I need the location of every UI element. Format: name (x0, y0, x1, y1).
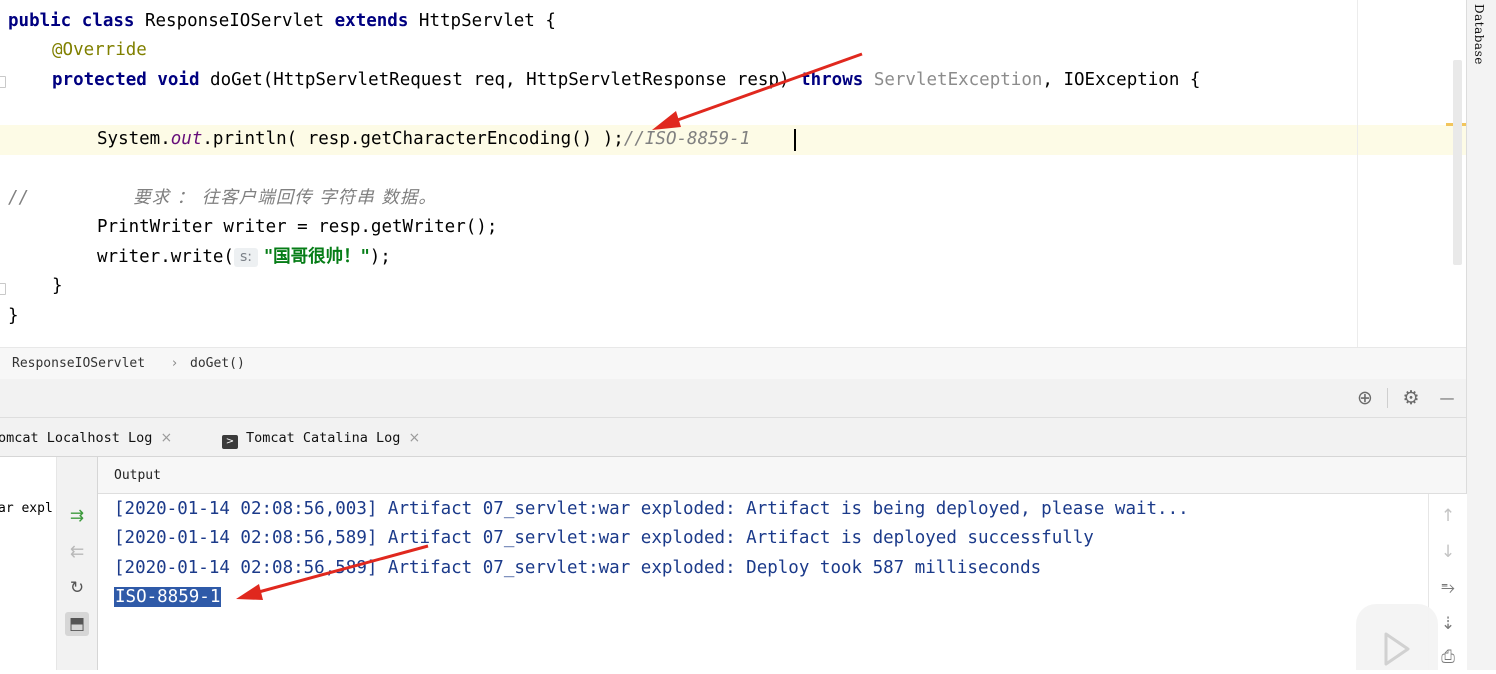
minimize-icon[interactable]: — (1436, 387, 1458, 409)
code-line-close-class[interactable]: } (8, 302, 19, 331)
undeploy-icon[interactable]: ⇇ (65, 540, 89, 564)
fold-marker-icon[interactable] (0, 76, 6, 88)
code-token: .println( resp.getCharacterEncoding() ); (202, 129, 624, 149)
editor-scrollbar[interactable] (1453, 60, 1462, 265)
deployment-list: ar expl (0, 457, 57, 670)
string-literal: "国哥很帅！" (263, 247, 370, 267)
breadcrumb-separator: › (172, 356, 178, 371)
keyword: throws (800, 70, 864, 90)
code-line-close-method[interactable]: } (52, 272, 63, 301)
text-caret (794, 129, 796, 151)
class-extends: HttpServlet { (408, 11, 556, 31)
right-margin-guide (1357, 0, 1358, 347)
close-icon[interactable]: × (160, 430, 172, 446)
code-line-override[interactable]: @Override (52, 36, 147, 65)
log-line: [2020-01-14 02:08:56,589] Artifact 07_se… (114, 528, 1094, 548)
log-tabs: omcat Localhost Log × > Tomcat Catalina Lo… (0, 418, 1466, 457)
database-tool-tab[interactable]: Database (1472, 4, 1486, 65)
output-header: Output (98, 457, 1466, 494)
exception-list: , IOException { (1042, 70, 1201, 90)
unused-exception: ServletException (863, 70, 1043, 90)
fold-marker-icon[interactable] (0, 283, 6, 295)
code-line-comment[interactable]: // 要求 ： 往客户端回传 字符串 数据。 (8, 184, 437, 213)
log-line-selected[interactable]: ISO-8859-1 (114, 583, 222, 612)
deployment-item[interactable]: ar expl (0, 501, 53, 516)
deploy-all-icon[interactable]: ⇉ (65, 504, 89, 528)
soft-wrap-icon[interactable]: ⬒ (65, 612, 89, 636)
static-field: out (170, 129, 203, 149)
print-icon[interactable]: ⎙ (1437, 646, 1459, 668)
parameter-hint: s: (233, 248, 258, 267)
selected-text[interactable]: ISO-8859-1 (114, 587, 222, 607)
scroll-down-icon[interactable]: ↓ (1437, 541, 1459, 563)
crosshair-icon[interactable]: ⊕ (1354, 387, 1376, 409)
tab-tomcat-catalina-log[interactable]: > Tomcat Catalina Log × (222, 418, 420, 456)
terminal-icon: > (222, 435, 238, 449)
method-signature: doGet(HttpServletRequest req, HttpServle… (199, 70, 801, 90)
play-icon (1384, 632, 1410, 666)
breadcrumb-class[interactable]: ResponseIOServlet (12, 348, 145, 379)
breadcrumb: ResponseIOServlet › doGet() (0, 347, 1466, 380)
right-tool-stripe (1466, 0, 1496, 670)
output-console[interactable]: [2020-01-14 02:08:56,003] Artifact 07_se… (98, 494, 1428, 670)
log-line: [2020-01-14 02:08:56,003] Artifact 07_se… (114, 499, 1189, 519)
code-editor[interactable]: public class ResponseIOServlet extends H… (0, 0, 1466, 347)
code-line-println[interactable]: System.out.println( resp.getCharacterEnc… (97, 125, 750, 154)
code-token: System. (97, 129, 171, 149)
refresh-icon[interactable]: ↻ (65, 576, 89, 600)
comment-text: 要求 ： 往客户端回传 字符串 数据。 (133, 188, 437, 208)
class-name: ResponseIOServlet (134, 11, 335, 31)
code-line-writer-declaration[interactable]: PrintWriter writer = resp.getWriter(); (97, 213, 497, 242)
line-comment: //ISO-8859-1 (623, 129, 751, 149)
output-title: Output (114, 468, 161, 483)
scroll-up-icon[interactable]: ↑ (1437, 505, 1459, 527)
tab-tomcat-localhost-log[interactable]: omcat Localhost Log × (0, 418, 172, 456)
code-line-class-declaration[interactable]: public class ResponseIOServlet extends H… (8, 7, 556, 36)
tab-label: Tomcat Catalina Log (246, 430, 401, 446)
tab-label: omcat Localhost Log (0, 430, 153, 446)
soft-wrap-icon[interactable]: ⥱ (1437, 577, 1459, 599)
code-line-write-call[interactable]: writer.write(s: "国哥很帅！"); (97, 243, 391, 272)
video-play-overlay[interactable] (1356, 604, 1438, 670)
keyword: protected void (52, 70, 200, 90)
code-line-method-signature[interactable]: protected void doGet(HttpServletRequest … (52, 66, 1200, 95)
breadcrumb-method[interactable]: doGet() (190, 348, 245, 379)
scroll-to-end-icon[interactable]: ⇣ (1437, 613, 1459, 635)
keyword: extends (334, 11, 409, 31)
comment-slashes: // (8, 188, 30, 208)
log-line: [2020-01-14 02:08:56,589] Artifact 07_se… (114, 558, 1042, 578)
close-icon[interactable]: × (408, 430, 420, 446)
code-token: writer.write( (97, 247, 234, 267)
gear-icon[interactable]: ⚙ (1400, 387, 1422, 409)
tool-window-header: ⊕ ⚙ — (0, 379, 1466, 418)
code-token: ); (369, 247, 391, 267)
keyword: public class (8, 11, 135, 31)
header-divider (1387, 388, 1388, 408)
output-toolbar: ⇉ ⇇ ↻ ⬒ (57, 457, 98, 670)
